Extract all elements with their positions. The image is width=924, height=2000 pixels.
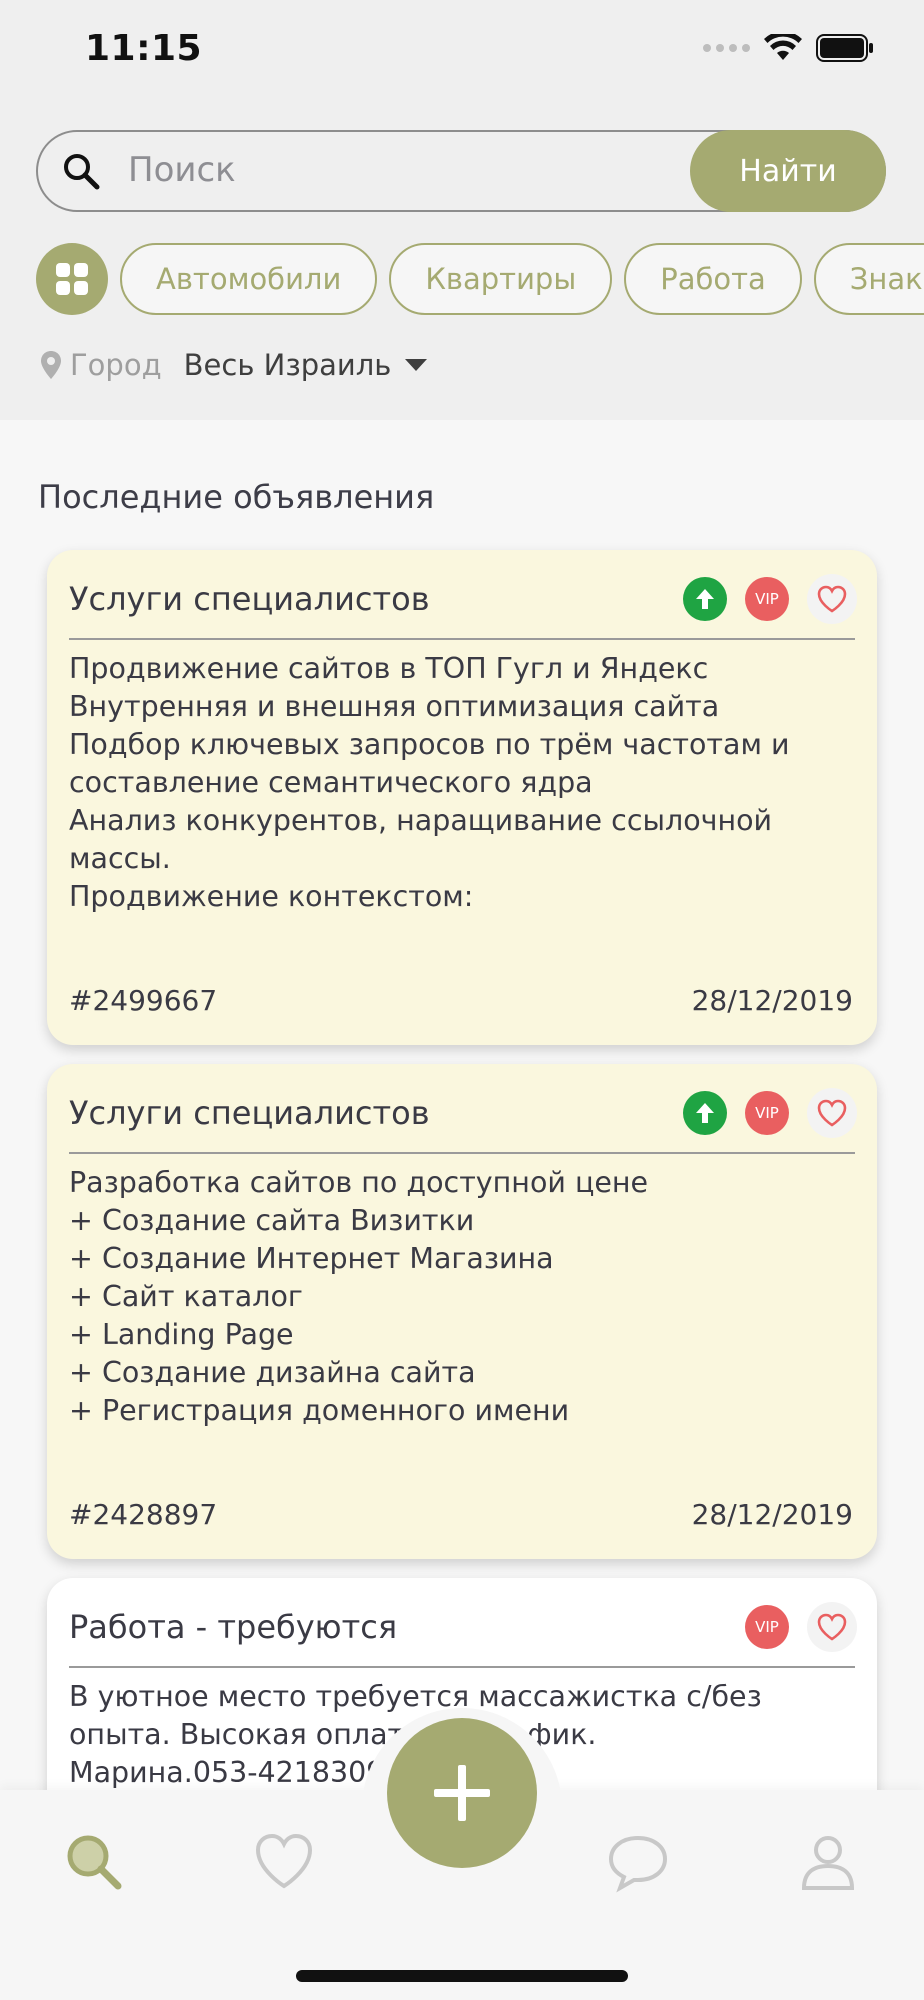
up-badge-icon	[683, 577, 727, 621]
wifi-icon	[764, 34, 802, 60]
category-chips: Автомобили Квартиры Работа Знак	[36, 243, 924, 315]
chat-icon[interactable]	[606, 1830, 670, 1894]
section-title: Последние объявления	[38, 478, 435, 516]
search-icon	[64, 154, 100, 190]
listing-description: Продвижение сайтов в ТОП Гугл и Яндекс В…	[69, 652, 790, 913]
location-pin-icon	[41, 351, 61, 379]
battery-icon	[816, 34, 873, 62]
listing-date: 28/12/2019	[691, 984, 853, 1017]
card-divider	[69, 638, 855, 640]
up-badge-icon	[683, 1091, 727, 1135]
favorite-heart-icon[interactable]	[807, 1602, 857, 1652]
home-indicator	[296, 1970, 628, 1982]
signal-icon	[703, 44, 750, 52]
city-value[interactable]: Весь Израиль	[184, 348, 392, 382]
search-button[interactable]: Найти	[690, 130, 886, 212]
category-chip-work[interactable]: Работа	[624, 243, 802, 315]
profile-icon[interactable]	[796, 1830, 860, 1894]
listing-date: 28/12/2019	[691, 1498, 853, 1531]
listing-card[interactable]: Услуги специалистов VIP Разработка сайто…	[47, 1064, 877, 1559]
card-divider	[69, 1666, 855, 1668]
listing-category: Услуги специалистов	[69, 580, 430, 618]
vip-badge: VIP	[745, 577, 789, 621]
search-bar[interactable]: Поиск Найти	[36, 130, 886, 212]
grid-icon	[56, 263, 88, 295]
status-time: 11:15	[85, 28, 203, 69]
search-input[interactable]: Поиск	[128, 150, 236, 190]
status-icons	[703, 34, 874, 62]
listing-card[interactable]: Услуги специалистов VIP Продвижение сайт…	[47, 550, 877, 1045]
categories-grid-button[interactable]	[36, 243, 108, 315]
category-chip-cars[interactable]: Автомобили	[120, 243, 378, 315]
heart-icon[interactable]	[252, 1830, 316, 1894]
city-label: Город	[70, 348, 162, 382]
listing-category: Услуги специалистов	[69, 1094, 430, 1132]
listing-category: Работа - требуются	[69, 1608, 398, 1646]
card-divider	[69, 1152, 855, 1154]
add-listing-button[interactable]	[387, 1718, 537, 1868]
listing-id: #2428897	[69, 1498, 218, 1531]
vip-badge: VIP	[745, 1605, 789, 1649]
chevron-down-icon	[405, 359, 428, 371]
category-chip-more[interactable]: Знак	[813, 243, 924, 315]
favorite-heart-icon[interactable]	[807, 1088, 857, 1138]
listing-id: #2499667	[69, 984, 218, 1017]
city-selector[interactable]: Город Весь Израиль	[40, 348, 428, 382]
listing-description: Разработка сайтов по доступной цене + Со…	[69, 1166, 649, 1427]
plus-icon	[434, 1765, 490, 1821]
category-chip-apartments[interactable]: Квартиры	[389, 243, 613, 315]
header: 11:15 Поиск Найти Автомобили Квартиры Ра…	[0, 0, 924, 420]
search-icon[interactable]	[62, 1830, 126, 1894]
vip-badge: VIP	[745, 1091, 789, 1135]
favorite-heart-icon[interactable]	[807, 574, 857, 624]
